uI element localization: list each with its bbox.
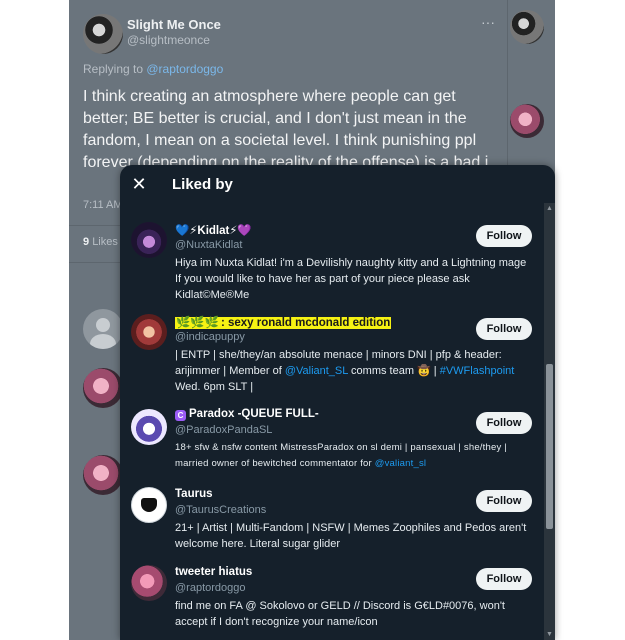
replying-to-prefix: Replying to (83, 62, 147, 76)
bio-mention-link[interactable]: @Valiant_SL (285, 365, 348, 377)
avatar[interactable] (131, 222, 167, 258)
user-name[interactable]: tweeter hiatus (175, 566, 252, 578)
user-name[interactable]: C Paradox -QUEUE FULL- (175, 408, 319, 421)
bio-text: comms team 🤠 | (347, 365, 440, 377)
avatar[interactable] (83, 14, 123, 54)
avatar[interactable] (510, 104, 544, 138)
user-handle[interactable]: @ParadoxPandaSL (175, 424, 272, 436)
scrollbar[interactable]: ▲ ▼ (544, 203, 555, 640)
dialog-title: Liked by (172, 176, 233, 193)
bio-text: 18+ sfw & nsfw content MistressParadox o… (175, 442, 507, 469)
user-handle[interactable]: @TaurusCreations (175, 504, 266, 516)
avatar[interactable] (510, 10, 544, 44)
replying-to-link[interactable]: @raptordoggo (146, 62, 223, 76)
list-item[interactable]: tweeter hiatus @raptordoggo find me on F… (120, 551, 544, 640)
likes-count[interactable]: 9 Likes (83, 236, 118, 248)
liked-by-dialog: ✕ Liked by 💙⚡Kidlat⚡💜 @NuxtaKidlat Hiya … (120, 165, 555, 640)
tweet-text: I think creating an atmosphere where peo… (83, 88, 489, 171)
avatar[interactable] (131, 314, 167, 350)
author-name[interactable]: Slight Me Once (127, 17, 221, 32)
replying-to: Replying to @raptordoggo (83, 62, 223, 76)
avatar[interactable] (131, 409, 167, 445)
user-bio: find me on FA @ Sokolovo or GELD // Disc… (175, 600, 505, 628)
likes-label: Likes (92, 236, 118, 248)
user-handle[interactable]: @NuxtaKidlat (175, 239, 242, 251)
follow-button[interactable]: Follow (476, 490, 532, 512)
list-item[interactable]: Taurus @TaurusCreations 21+ | Artist | M… (120, 473, 544, 551)
bio-text: Wed. 6pm SLT | (175, 381, 254, 393)
avatar[interactable] (131, 487, 167, 523)
avatar[interactable] (83, 309, 123, 349)
bio-mention-link[interactable]: @valiant_sl (375, 458, 426, 469)
follow-button[interactable]: Follow (476, 568, 532, 590)
bio-hashtag-link[interactable]: #VWFlashpoint (440, 365, 515, 377)
scroll-down-arrow-icon[interactable]: ▼ (544, 629, 555, 640)
list-item[interactable]: 💙⚡Kidlat⚡💜 @NuxtaKidlat Hiya im Nuxta Ki… (120, 203, 544, 301)
name-text: Kidlat⚡💜 (197, 225, 252, 237)
name-emoji: 💙⚡ (175, 225, 198, 237)
avatar[interactable] (83, 455, 123, 495)
user-bio: 18+ sfw & nsfw content MistressParadox o… (175, 440, 535, 472)
user-name[interactable]: Taurus (175, 488, 213, 500)
follow-button[interactable]: Follow (476, 318, 532, 340)
likes-number: 9 (83, 236, 90, 248)
follow-button[interactable]: Follow (476, 412, 532, 434)
scrollbar-thumb[interactable] (546, 364, 553, 529)
avatar[interactable] (83, 368, 123, 408)
scroll-up-arrow-icon[interactable]: ▲ (544, 203, 555, 214)
user-bio: | ENTP | she/they/an absolute menace | m… (175, 347, 535, 395)
name-text: : sexy ronald mcdonald edition (219, 317, 392, 329)
name-emoji: 🌿🌿🌿 (175, 317, 220, 329)
user-handle[interactable]: @indicapuppy (175, 331, 245, 343)
user-name[interactable]: 💙⚡Kidlat⚡💜 (175, 223, 252, 237)
more-options-icon[interactable]: ··· (481, 14, 495, 30)
dialog-header: ✕ Liked by (120, 165, 555, 203)
author-handle[interactable]: @slightmeonce (127, 33, 210, 47)
name-text: Paradox -QUEUE FULL- (189, 408, 319, 420)
follow-button[interactable]: Follow (476, 225, 532, 247)
close-icon[interactable]: ✕ (130, 175, 148, 193)
tweet-timestamp[interactable]: 7:11 AM (83, 199, 123, 211)
list-item[interactable]: C Paradox -QUEUE FULL- @ParadoxPandaSL 18… (120, 393, 544, 473)
user-handle[interactable]: @raptordoggo (175, 582, 246, 594)
list-item[interactable]: 🌿🌿🌿: sexy ronald mcdonald edition @indic… (120, 297, 544, 393)
avatar[interactable] (131, 565, 167, 601)
badge-icon: C (175, 410, 186, 421)
user-name[interactable]: 🌿🌿🌿: sexy ronald mcdonald edition (175, 315, 392, 329)
user-bio: Hiya im Nuxta Kidlat! i'm a Devilishly n… (175, 257, 527, 301)
user-bio: 21+ | Artist | Multi-Fandom | NSFW | Mem… (175, 522, 527, 550)
